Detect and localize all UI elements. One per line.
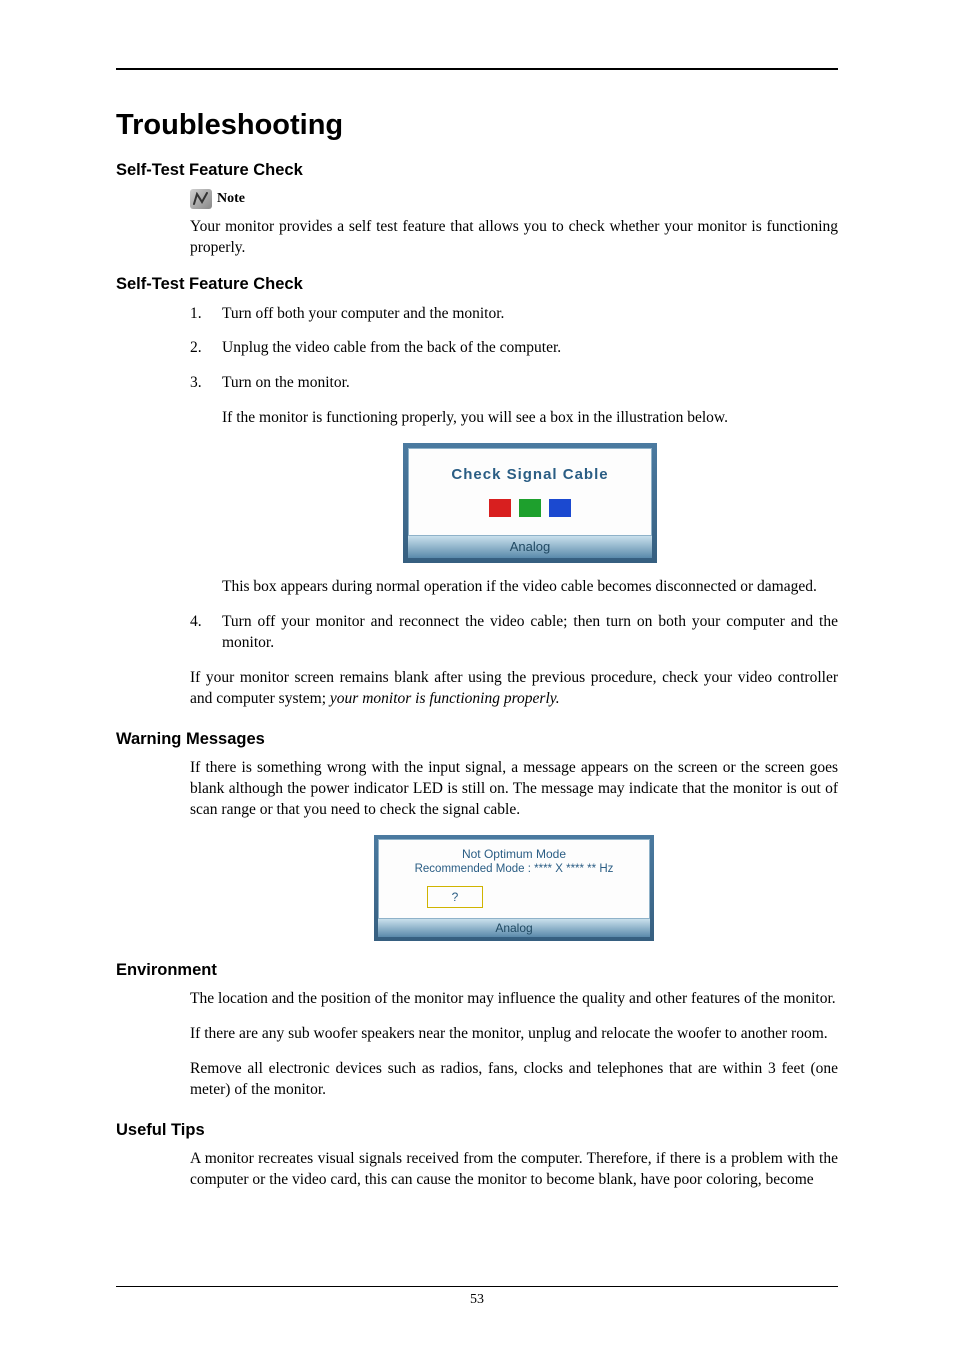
step-sub-text: If the monitor is functioning properly, … [222,408,838,429]
fig1-footer: Analog [408,536,652,558]
step-1: Turn off both your computer and the moni… [190,304,838,325]
env-p2: If there are any sub woofer speakers nea… [190,1024,838,1045]
swatch-blue [549,499,571,517]
note-row: Note [190,189,838,209]
env-p1: The location and the position of the mon… [190,989,838,1010]
fig1-swatches [417,499,643,517]
selftest-tail: If your monitor screen remains blank aft… [190,668,838,710]
fig2-line1: Not Optimum Mode [387,846,641,862]
heading-selftest-2: Self-Test Feature Check [116,273,838,295]
rule-bottom [116,1286,838,1287]
note-body: Your monitor provides a self test featur… [190,217,838,259]
step-2: Unplug the video cable from the back of … [190,338,838,359]
step-text: Turn off both your computer and the moni… [222,305,504,322]
heading-environment: Environment [116,959,838,981]
warning-body: If there is something wrong with the inp… [190,758,838,821]
note-icon [190,189,212,209]
step-text: Turn on the monitor. [222,374,350,391]
tail-b: your monitor is functioning properly. [330,690,560,707]
step-4: Turn off your monitor and reconnect the … [190,612,838,654]
page-number: 53 [116,1291,838,1310]
heading-tips: Useful Tips [116,1119,838,1141]
page-title: Troubleshooting [116,106,838,145]
step-3: Turn on the monitor. If the monitor is f… [190,373,838,598]
heading-warning: Warning Messages [116,728,838,750]
fig2-line2: Recommended Mode : **** X **** ** Hz [387,862,641,878]
figure-not-optimum: Not Optimum Mode Recommended Mode : ****… [190,835,838,941]
heading-selftest-1: Self-Test Feature Check [116,159,838,181]
rule-top [116,68,838,70]
steps-list: Turn off both your computer and the moni… [190,304,838,655]
step-text: Unplug the video cable from the back of … [222,339,561,356]
tips-p1: A monitor recreates visual signals recei… [190,1149,838,1191]
fig1-title: Check Signal Cable [417,465,643,485]
swatch-green [519,499,541,517]
step-text: Turn off your monitor and reconnect the … [222,612,838,654]
fig2-question: ? [427,886,483,908]
fig2-footer: Analog [378,919,650,937]
env-p3: Remove all electronic devices such as ra… [190,1059,838,1101]
step-after-text: This box appears during normal operation… [222,577,838,598]
figure-check-signal: Check Signal Cable Analog [222,443,838,563]
swatch-red [489,499,511,517]
note-label: Note [217,190,245,209]
